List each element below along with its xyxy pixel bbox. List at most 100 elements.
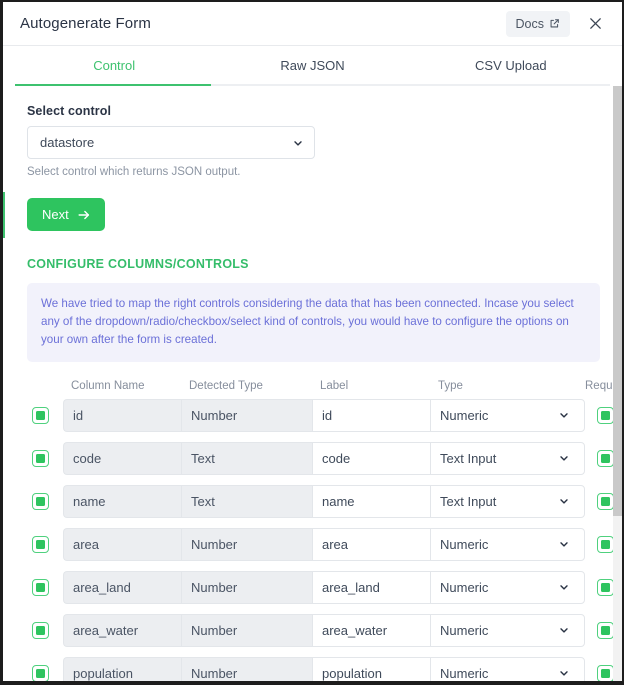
chevron-down-icon <box>558 452 574 464</box>
row-required-checkbox[interactable] <box>597 449 614 467</box>
detected-type-field: Number <box>181 527 312 561</box>
row-enable-checkbox[interactable] <box>32 449 49 467</box>
row-required-checkbox[interactable] <box>597 535 614 553</box>
docs-button-label: Docs <box>515 16 544 31</box>
column-name-field: area_water <box>63 613 181 647</box>
label-input[interactable]: population <box>312 656 430 681</box>
chevron-down-icon <box>292 137 304 149</box>
label-input[interactable]: id <box>312 398 430 432</box>
row-required-cell <box>585 578 614 596</box>
type-select-value: Text Input <box>440 450 497 466</box>
row-required-checkbox[interactable] <box>597 621 614 639</box>
chevron-down-icon <box>558 667 574 679</box>
configure-section-title: CONFIGURE COLUMNS/CONTROLS <box>27 257 249 271</box>
row-enable-checkbox[interactable] <box>32 535 49 553</box>
detected-type-field: Number <box>181 656 312 681</box>
type-select-value: Numeric <box>440 536 489 552</box>
table-header-row: Column Name Detected Type Label Type Req… <box>27 379 622 399</box>
type-select[interactable]: Text Input <box>430 441 585 475</box>
checkbox-fill-icon <box>36 453 45 463</box>
tab-bar: Control Raw JSON CSV Upload <box>3 46 622 86</box>
column-name-field: name <box>63 484 181 518</box>
checkbox-fill-icon <box>601 539 610 549</box>
chevron-down-icon <box>558 624 574 636</box>
next-button[interactable]: Next <box>27 198 105 231</box>
checkbox-fill-icon <box>601 582 610 592</box>
column-name-field: area_land <box>63 570 181 604</box>
checkbox-fill-icon <box>601 496 610 506</box>
type-select[interactable]: Numeric <box>430 527 585 561</box>
label-input[interactable]: code <box>312 441 430 475</box>
checkbox-fill-icon <box>36 582 45 592</box>
select-control-dropdown[interactable]: datastore <box>27 126 315 159</box>
tab-csv-upload-label: CSV Upload <box>475 57 547 73</box>
type-select-value: Numeric <box>440 579 489 595</box>
column-name-field: code <box>63 441 181 475</box>
vertical-scrollbar-thumb[interactable] <box>613 86 622 516</box>
row-enable-checkbox-cell <box>27 449 63 467</box>
row-enable-checkbox-cell <box>27 535 63 553</box>
row-required-checkbox[interactable] <box>597 578 614 596</box>
label-input[interactable]: area_land <box>312 570 430 604</box>
row-enable-checkbox-cell <box>27 406 63 424</box>
checkbox-fill-icon <box>601 453 610 463</box>
tab-control-label: Control <box>93 57 136 73</box>
row-enable-checkbox[interactable] <box>32 621 49 639</box>
table-row: name Text name Text Input <box>27 484 614 518</box>
chevron-down-icon <box>558 538 574 550</box>
checkbox-fill-icon <box>601 625 610 635</box>
type-select[interactable]: Numeric <box>430 656 585 681</box>
table-row: area_water Number area_water Numeric <box>27 613 614 647</box>
label-input[interactable]: name <box>312 484 430 518</box>
close-icon[interactable] <box>582 11 608 37</box>
table-row: area_land Number area_land Numeric <box>27 570 614 604</box>
arrow-right-icon <box>77 208 91 222</box>
select-control-hint: Select control which returns JSON output… <box>27 166 241 178</box>
table-row: code Text code Text Input <box>27 441 614 475</box>
row-required-cell <box>585 406 614 424</box>
checkbox-fill-icon <box>36 539 45 549</box>
tab-control[interactable]: Control <box>15 46 213 86</box>
chevron-down-icon <box>558 495 574 507</box>
next-button-label: Next <box>42 207 69 222</box>
row-enable-checkbox[interactable] <box>32 406 49 424</box>
label-input[interactable]: area_water <box>312 613 430 647</box>
row-required-checkbox[interactable] <box>597 406 614 424</box>
type-select-value: Text Input <box>440 493 497 509</box>
row-required-checkbox[interactable] <box>597 664 614 681</box>
type-select-value: Numeric <box>440 665 489 681</box>
row-required-cell <box>585 664 614 681</box>
type-select-value: Numeric <box>440 622 489 638</box>
type-select[interactable]: Numeric <box>430 398 585 432</box>
table-header-label: Label <box>320 379 349 392</box>
row-enable-checkbox[interactable] <box>32 664 49 681</box>
row-required-checkbox[interactable] <box>597 492 614 510</box>
column-name-field: area <box>63 527 181 561</box>
docs-button[interactable]: Docs <box>505 10 570 37</box>
row-enable-checkbox[interactable] <box>32 578 49 596</box>
detected-type-field: Number <box>181 613 312 647</box>
autogenerate-form-window: Autogenerate Form Docs Control Raw JSON … <box>0 0 624 685</box>
table-row: population Number population Numeric <box>27 656 614 681</box>
form-scroll-area[interactable]: Select control datastore Select control … <box>3 86 622 681</box>
select-control-label: Select control <box>27 104 112 118</box>
table-header-detected-type: Detected Type <box>189 379 263 392</box>
type-select[interactable]: Numeric <box>430 613 585 647</box>
table-body: id Number id Numeric code Text code Text Input n… <box>27 398 614 681</box>
tab-raw-json[interactable]: Raw JSON <box>213 46 411 86</box>
label-input[interactable]: area <box>312 527 430 561</box>
chevron-down-icon <box>558 409 574 421</box>
row-enable-checkbox-cell <box>27 621 63 639</box>
detected-type-field: Text <box>181 484 312 518</box>
column-name-field: id <box>63 398 181 432</box>
table-header-type: Type <box>438 379 463 392</box>
row-required-cell <box>585 621 614 639</box>
row-enable-checkbox[interactable] <box>32 492 49 510</box>
type-select[interactable]: Numeric <box>430 570 585 604</box>
columns-table: Column Name Detected Type Label Type Req… <box>27 379 622 681</box>
type-select[interactable]: Text Input <box>430 484 585 518</box>
tab-csv-upload[interactable]: CSV Upload <box>412 46 610 86</box>
row-enable-checkbox-cell <box>27 578 63 596</box>
vertical-scrollbar-track[interactable] <box>613 86 622 681</box>
row-required-cell <box>585 535 614 553</box>
